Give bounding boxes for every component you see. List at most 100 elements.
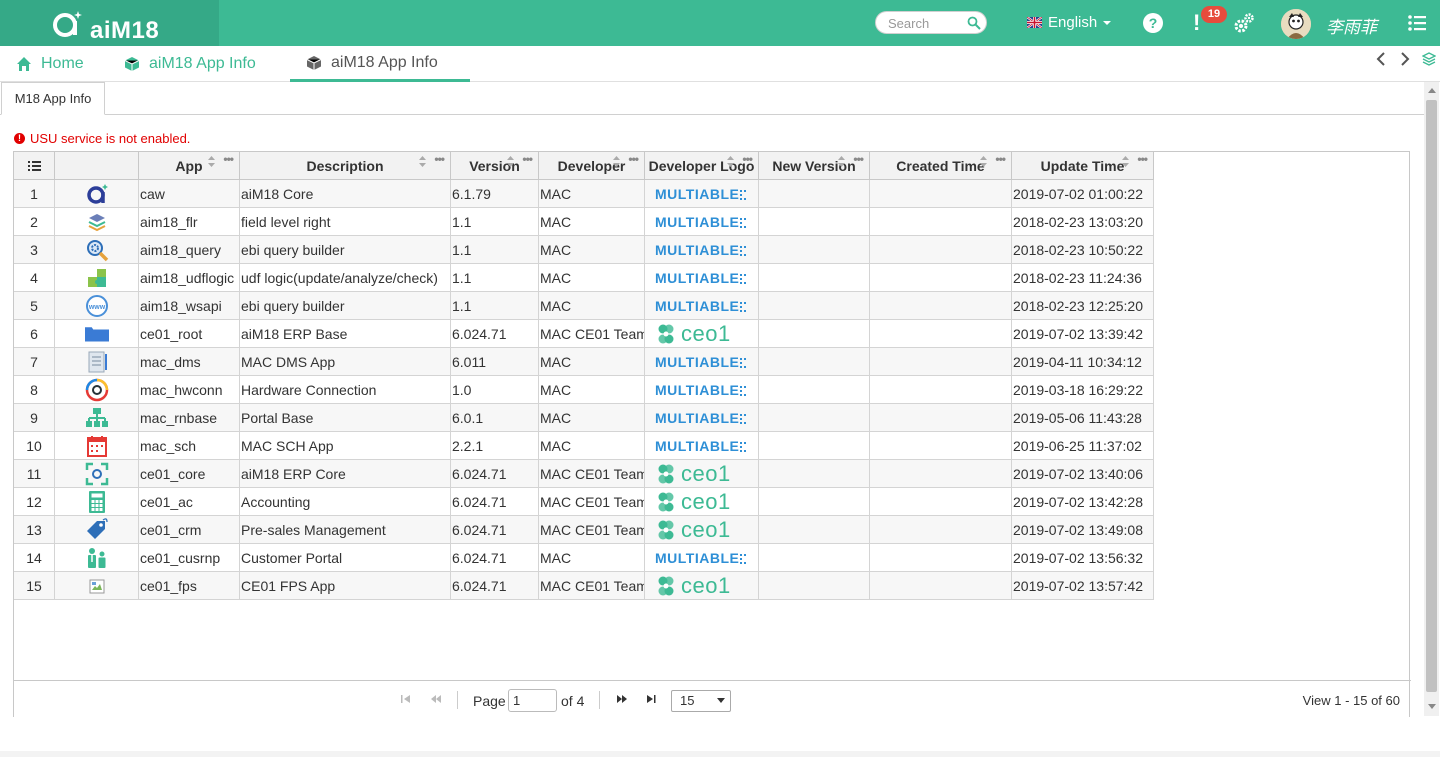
column-menu-icon[interactable]: ••• [1137,153,1148,165]
search-input[interactable] [888,15,962,31]
column-header-update-time[interactable]: Update Time ••• [1012,152,1154,180]
column-menu-icon[interactable]: ••• [223,153,234,165]
tab-home[interactable]: Home [16,46,84,82]
table-row[interactable]: 13 ce01_crm Pre-sales Management 6.024.71 MA… [14,516,1154,544]
column-menu-icon[interactable]: ••• [853,153,864,165]
search-icon[interactable] [967,16,981,30]
cell-developer-logo: MULTIABLE [645,236,759,264]
username[interactable]: 李雨菲 [1326,13,1377,38]
table-row[interactable]: 6 ce01_root aiM18 ERP Base 6.024.71 MAC CE01… [14,320,1154,348]
table-row[interactable]: 9 mac_rnbase Portal Base 6.0.1 MAC MULTIABLE 2… [14,404,1154,432]
cell-description: CE01 FPS App [240,572,451,600]
help-icon[interactable]: ? [1143,13,1163,33]
language-selector[interactable]: English [1027,14,1112,31]
list-menu-icon[interactable] [1407,13,1427,33]
column-menu-icon[interactable]: ••• [434,153,445,165]
cell-developer: MAC [539,544,645,572]
footer-band [0,751,1440,757]
tab-app-info-2[interactable]: aiM18 App Info [290,46,470,82]
column-chooser-icon[interactable] [14,152,55,180]
column-header-created-time[interactable]: Created Time ••• [870,152,1012,180]
cell-description: ebi query builder [240,236,451,264]
column-header-app[interactable]: App ••• [139,152,240,180]
settings-gears-icon[interactable] [1233,12,1255,34]
cell-app: ce01_fps [139,572,240,600]
multiable-logo-icon: MULTIABLE [655,549,740,566]
cell-new-version [759,292,870,320]
prev-page-icon[interactable] [430,694,442,704]
sort-icon[interactable] [613,156,620,167]
cell-developer: MAC [539,236,645,264]
cell-new-version [759,432,870,460]
calculator-icon [88,490,105,513]
column-header-developer[interactable]: Developer ••• [539,152,645,180]
layers-icon[interactable] [1422,52,1436,66]
multiable-logo-icon: MULTIABLE [655,381,740,398]
cell-description: Pre-sales Management [240,516,451,544]
column-header-developer-logo[interactable]: Developer Logo ••• [645,152,759,180]
magnifier-gear-icon [86,239,108,261]
table-row[interactable]: 1 caw aiM18 Core 6.1.79 MAC MULTIABLE 2019-07-… [14,180,1154,208]
cell-update-time: 2019-07-02 13:57:42 [1012,572,1154,600]
chevron-right-icon[interactable] [1398,52,1412,66]
cell-developer: MAC [539,404,645,432]
app-icon-cell [55,516,139,544]
sort-icon[interactable] [208,156,215,167]
app-icon-cell [55,236,139,264]
last-page-icon[interactable] [646,694,656,704]
cell-developer-logo: ceo1 [645,488,759,516]
multiable-logo-icon: MULTIABLE [655,353,740,370]
table-row[interactable]: 4 aim18_udflogic udf logic(update/analyze/… [14,264,1154,292]
first-page-icon[interactable] [401,694,411,704]
sort-icon[interactable] [980,156,987,167]
column-header-version[interactable]: Version ••• [451,152,539,180]
column-menu-icon[interactable]: ••• [742,153,753,165]
notification-badge[interactable]: 19 [1201,6,1227,23]
table-row[interactable]: 11 ce01_core aiM18 ERP Core 6.024.71 MAC CE0… [14,460,1154,488]
subtab-m18-app-info[interactable]: M18 App Info [1,82,105,115]
chevron-left-icon[interactable] [1374,52,1388,66]
avatar[interactable] [1281,9,1311,39]
table-row[interactable]: 3 aim18_query ebi query builder 1.1 MAC MULTI… [14,236,1154,264]
cell-description: Accounting [240,488,451,516]
scroll-up-icon[interactable] [1428,88,1436,93]
cell-description: aiM18 ERP Core [240,460,451,488]
table-row[interactable]: 14 ce01_cusrnp Customer Portal 6.024.71 MAC M… [14,544,1154,572]
top-bar: aiM18 English ? ! 19 [0,0,1440,46]
next-page-icon[interactable] [616,694,628,704]
sort-icon[interactable] [838,156,845,167]
tab-app-info-1[interactable]: aiM18 App Info [124,46,256,82]
subtab-divider [0,114,1424,115]
logo-area[interactable]: aiM18 [0,0,219,46]
sitemap-icon [85,407,108,427]
page-size-value: 15 [680,693,695,708]
sort-icon[interactable] [727,156,734,167]
multiable-dots-icon [740,385,747,396]
page-number-input[interactable] [508,689,557,712]
column-menu-icon[interactable]: ••• [995,153,1006,165]
page-scrollbar[interactable] [1424,82,1439,716]
page-size-select[interactable]: 15 [671,690,731,712]
table-row[interactable]: 7 mac_dms MAC DMS App 6.011 MAC MULTIABLE 2019… [14,348,1154,376]
column-menu-icon[interactable]: ••• [522,153,533,165]
table-row[interactable]: 2 aim18_flr field level right 1.1 MAC MULTIAB… [14,208,1154,236]
column-header-new-version[interactable]: New Version ••• [759,152,870,180]
sort-icon[interactable] [419,156,426,167]
table-row[interactable]: 12 ce01_ac Accounting 6.024.71 MAC CE01 Team… [14,488,1154,516]
scrollbar-thumb[interactable] [1426,100,1437,692]
column-menu-icon[interactable]: ••• [628,153,639,165]
row-number: 3 [14,236,55,264]
table-row[interactable]: 15 ce01_fps CE01 FPS App 6.024.71 MAC CE01 T… [14,572,1154,600]
column-header-label: Created Time [896,158,985,174]
table-row[interactable]: 5 www aim18_wsapi ebi query builder 1.1 MAC MU… [14,292,1154,320]
table-row[interactable]: 8 mac_hwconn Hardware Connection 1.0 MAC MULT… [14,376,1154,404]
broken-image-icon [89,579,104,593]
app-info-grid: App ••• Description ••• Version ••• Developer •… [13,151,1411,718]
column-header-description[interactable]: Description ••• [240,152,451,180]
search-box[interactable] [875,11,987,34]
sort-icon[interactable] [1122,156,1129,167]
scroll-down-icon[interactable] [1428,704,1436,709]
tab-label: Home [41,55,84,72]
sort-icon[interactable] [507,156,514,167]
table-row[interactable]: 10 mac_sch MAC SCH App 2.2.1 MAC MULTIABLE 201… [14,432,1154,460]
